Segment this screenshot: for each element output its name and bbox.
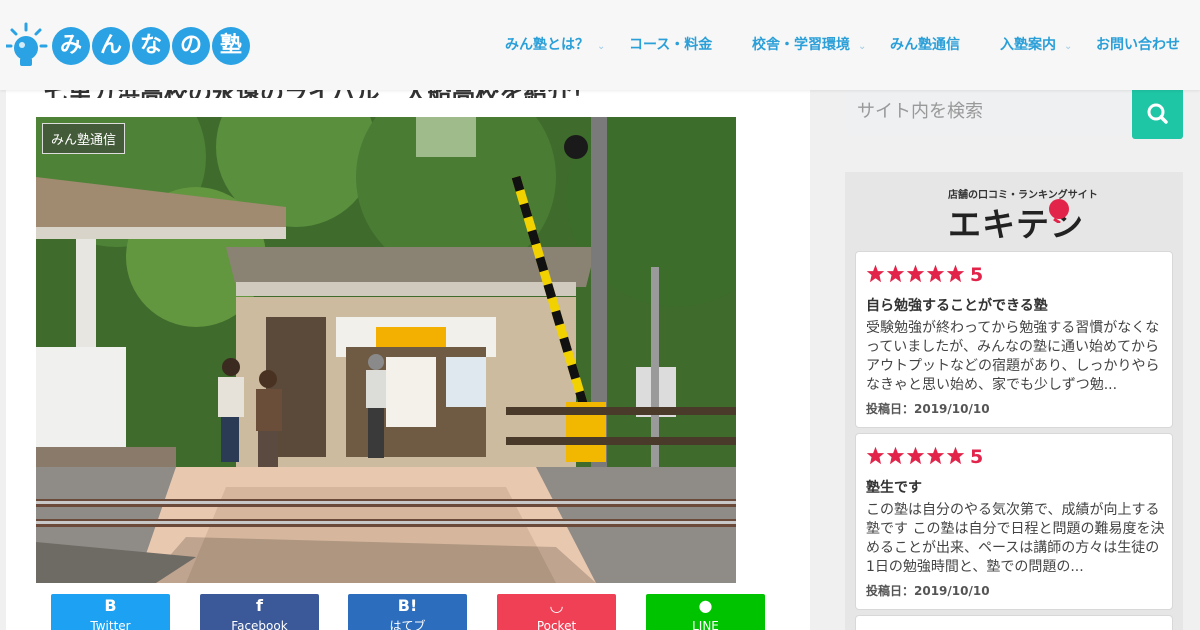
site-header: みんなの塾 みん塾とは？ ⌄ コース・料金 校舎・学習環境 ⌄ みん塾通信 入塾案内 ⌄ お問い… bbox=[0, 0, 1200, 90]
nav-item-label: みん塾通信 bbox=[890, 37, 960, 53]
review-card[interactable]: 5 塾生ですこの塾は自分のやる気次第で、成績が向上する塾です この塾は自分で日程と… bbox=[855, 433, 1173, 610]
review-date: 投稿日：2019/10/10 bbox=[866, 402, 990, 416]
line-icon: ● bbox=[698, 596, 713, 615]
nav-item[interactable]: みん塾通信 bbox=[890, 34, 960, 54]
share-button-label: Twitter bbox=[90, 619, 131, 630]
share-button[interactable]: f Facebook bbox=[200, 594, 319, 630]
hatena-icon: B! bbox=[397, 596, 418, 615]
nav-item-label: 校舎・学習環境 bbox=[752, 37, 850, 53]
site-search bbox=[845, 88, 1183, 139]
pocket-icon: ◡ bbox=[550, 596, 563, 615]
rating-score: 5 bbox=[970, 264, 984, 286]
star-icon bbox=[886, 446, 905, 465]
rating-score: 5 bbox=[970, 446, 984, 468]
nav-item[interactable]: お問い合わせ bbox=[1096, 34, 1180, 54]
facebook-icon: f bbox=[256, 596, 263, 615]
global-nav: みん塾とは？ ⌄ コース・料金 校舎・学習環境 ⌄ みん塾通信 入塾案内 ⌄ お問い合わせ bbox=[0, 34, 1200, 58]
star-icon bbox=[866, 446, 885, 465]
search-icon bbox=[1147, 103, 1168, 124]
chevron-down-icon: ⌄ bbox=[858, 41, 867, 52]
share-button[interactable]: ● LINE bbox=[646, 594, 765, 630]
chevron-down-icon: ⌄ bbox=[597, 41, 606, 52]
share-button-label: Facebook bbox=[231, 619, 288, 630]
rating-stars bbox=[866, 264, 966, 290]
review-title: 自ら勉強することができる塾 bbox=[866, 298, 1048, 314]
category-badge[interactable]: みん塾通信 bbox=[42, 123, 126, 154]
share-button[interactable]: ◡ Pocket bbox=[497, 594, 616, 630]
review-card[interactable] bbox=[855, 615, 1173, 630]
nav-item-label: お問い合わせ bbox=[1096, 37, 1180, 53]
review-body: この塾は自分のやる気次第で、成績が向上する塾です この塾は自分で日程と問題の難易… bbox=[866, 502, 1165, 575]
railway-station-photo bbox=[36, 117, 736, 583]
share-button-label: LINE bbox=[692, 619, 719, 630]
search-button[interactable] bbox=[1132, 88, 1183, 139]
nav-item-label: 入塾案内 bbox=[1000, 37, 1056, 53]
star-icon bbox=[946, 446, 965, 465]
search-input[interactable] bbox=[845, 88, 1133, 135]
share-button[interactable]: B! はてブ bbox=[348, 594, 467, 630]
star-icon bbox=[926, 264, 945, 283]
chevron-down-icon: ⌄ bbox=[1064, 41, 1073, 52]
article-hero-image bbox=[36, 117, 736, 583]
star-icon bbox=[906, 446, 925, 465]
share-button-label: Pocket bbox=[536, 619, 577, 630]
star-icon bbox=[886, 264, 905, 283]
nav-item[interactable]: みん塾とは？ ⌄ bbox=[505, 34, 605, 54]
review-title: 塾生です bbox=[866, 480, 922, 496]
review-body: 受験勉強が終わってから勉強する習慣がなくなっていましたが、みんなの塾に通い始めて… bbox=[866, 320, 1160, 393]
star-icon bbox=[906, 264, 925, 283]
twitter-icon: B bbox=[104, 596, 117, 615]
star-icon bbox=[866, 264, 885, 283]
star-icon bbox=[946, 264, 965, 283]
star-icon bbox=[926, 446, 945, 465]
nav-item[interactable]: 入塾案内 ⌄ bbox=[1000, 34, 1072, 54]
review-date: 投稿日：2019/10/10 bbox=[866, 584, 990, 598]
share-button-label: はてブ bbox=[389, 619, 426, 630]
nav-item-label: コース・料金 bbox=[629, 37, 713, 53]
review-card[interactable]: 5 自ら勉強することができる塾受験勉強が終わってから勉強する習慣がなくなっていまし… bbox=[855, 251, 1173, 428]
nav-item[interactable]: 校舎・学習環境 ⌄ bbox=[752, 34, 866, 54]
ekiten-heart-icon bbox=[1049, 199, 1069, 223]
share-button[interactable]: B Twitter bbox=[51, 594, 170, 630]
nav-item-label: みん塾とは？ bbox=[505, 37, 589, 53]
nav-item[interactable]: コース・料金 bbox=[629, 34, 712, 54]
rating-stars bbox=[866, 446, 966, 472]
